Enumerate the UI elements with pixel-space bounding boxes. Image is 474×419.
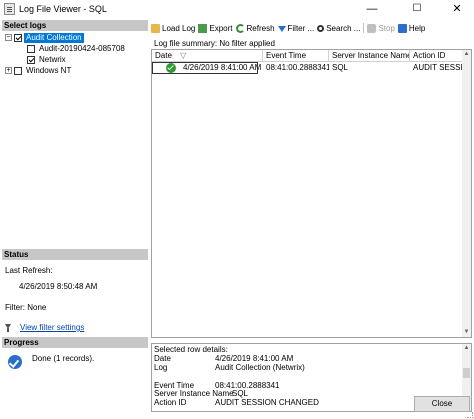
progress-header: Progress [2,337,148,348]
detail-label: Date [154,354,171,363]
tree-label: Windows NT [26,65,72,75]
tree-item-windows-nt[interactable]: + Windows NT [5,65,73,76]
detail-value: 4/26/2019 8:41:00 AM [215,354,294,363]
column-header-event-time[interactable]: Event Time [263,50,329,62]
detail-label: Server Instance Name [154,389,234,398]
export-label: Export [209,23,233,33]
success-info-icon [8,355,22,369]
folder-icon [151,23,160,33]
column-header-server-instance[interactable]: Server Instance Name [329,50,410,62]
left-pane: Select logs − Audit Collection Audit-201… [2,20,148,412]
toolbar-divider [363,23,365,33]
maximize-button[interactable]: ☐ [402,0,432,18]
resize-grip-icon[interactable] [467,412,473,418]
refresh-label: Refresh [246,23,275,33]
detail-value: AUDIT SESSION CHANGED [215,398,319,407]
cell-event-time: 08:41:00.2888341 [266,63,329,72]
scroll-down-arrow-icon[interactable]: ▼ [462,328,471,337]
details-header: Selected row details: [154,345,228,354]
minimize-button[interactable]: — [357,0,387,18]
tree-item-netwrix[interactable]: Netwrix [27,54,68,65]
filter-label: Filter ... [287,23,315,33]
progress-panel: Done (1 records). [2,348,148,412]
right-pane: Load Log Export Refresh Filter ... Searc… [151,20,472,412]
tree-item-audit-collection[interactable]: − Audit Collection [5,32,84,43]
row-focus-rect [152,62,258,74]
refresh-icon [235,23,245,33]
load-log-label: Load Log [162,23,196,33]
search-icon [317,24,325,32]
detail-label: Action ID [154,398,187,407]
filter-icon [277,26,286,32]
tree-item-audit-file[interactable]: Audit-20190424-085708 [27,43,127,54]
tree-checkbox-audit-file[interactable] [27,44,35,53]
cell-server-instance: SQL [332,63,349,72]
detail-value: SQL [232,389,249,398]
log-grid: Date ▽ Event Time Server Instance Name A… [151,49,472,338]
search-label: Search ... [326,23,361,33]
stop-button[interactable]: Stop [367,23,395,33]
scroll-up-arrow-icon[interactable]: ▲ [462,50,471,59]
search-button[interactable]: Search ... [317,24,360,33]
progress-text: Done (1 records). [32,354,95,363]
log-tree: − Audit Collection Audit-20190424-085708… [2,31,148,249]
help-icon [397,23,407,33]
help-label: Help [408,23,426,33]
title-bar: Log File Viewer - SQL — ☐ ✕ [0,0,474,18]
status-header: Status [2,249,148,260]
log-summary: Log file summary: No filter applied [154,39,275,48]
tree-label: Audit Collection [24,32,84,43]
filter-button[interactable]: Filter ... [277,23,315,33]
help-button[interactable]: Help [397,23,426,33]
view-filter-settings-link[interactable]: View filter settings [20,323,84,332]
tree-label: Netwrix [39,54,66,64]
toolbar: Load Log Export Refresh Filter ... Searc… [151,20,472,36]
sort-arrow-icon: ▽ [180,51,187,60]
filter-status: Filter: None [5,303,47,312]
collapse-icon[interactable]: − [5,34,12,41]
select-logs-header: Select logs [2,20,148,31]
close-button[interactable]: Close [414,396,470,412]
export-icon [198,23,208,33]
expand-icon[interactable]: + [5,67,12,74]
scroll-thumb[interactable] [463,368,470,378]
tree-checkbox-audit-collection[interactable] [14,33,22,42]
refresh-button[interactable]: Refresh [235,23,275,33]
export-button[interactable]: Export [198,23,233,33]
detail-label: Log [154,363,168,372]
log-viewer-app-icon [4,3,15,15]
close-window-button[interactable]: ✕ [442,0,472,18]
filter-icon [5,324,11,332]
last-refresh-value: 4/26/2019 8:50:48 AM [19,282,98,291]
tree-checkbox-netwrix[interactable] [27,55,35,64]
last-refresh-label: Last Refresh: [5,266,53,275]
grid-vertical-scrollbar[interactable]: ▲ ▼ [462,50,471,337]
grid-header: Date ▽ Event Time Server Instance Name A… [152,50,471,62]
load-log-button[interactable]: Load Log [151,23,196,33]
scroll-up-arrow-icon[interactable]: ▲ [462,344,471,353]
window-title: Log File Viewer - SQL [19,4,107,14]
column-date-label: Date [155,51,172,60]
column-header-date[interactable]: Date ▽ [152,50,263,62]
tree-label: Audit-20190424-085708 [39,43,125,53]
stop-icon [367,23,377,33]
tree-checkbox-windows-nt[interactable] [14,66,22,75]
detail-value: Audit Collection (Netwrix) [215,363,305,372]
stop-label: Stop [378,23,395,33]
